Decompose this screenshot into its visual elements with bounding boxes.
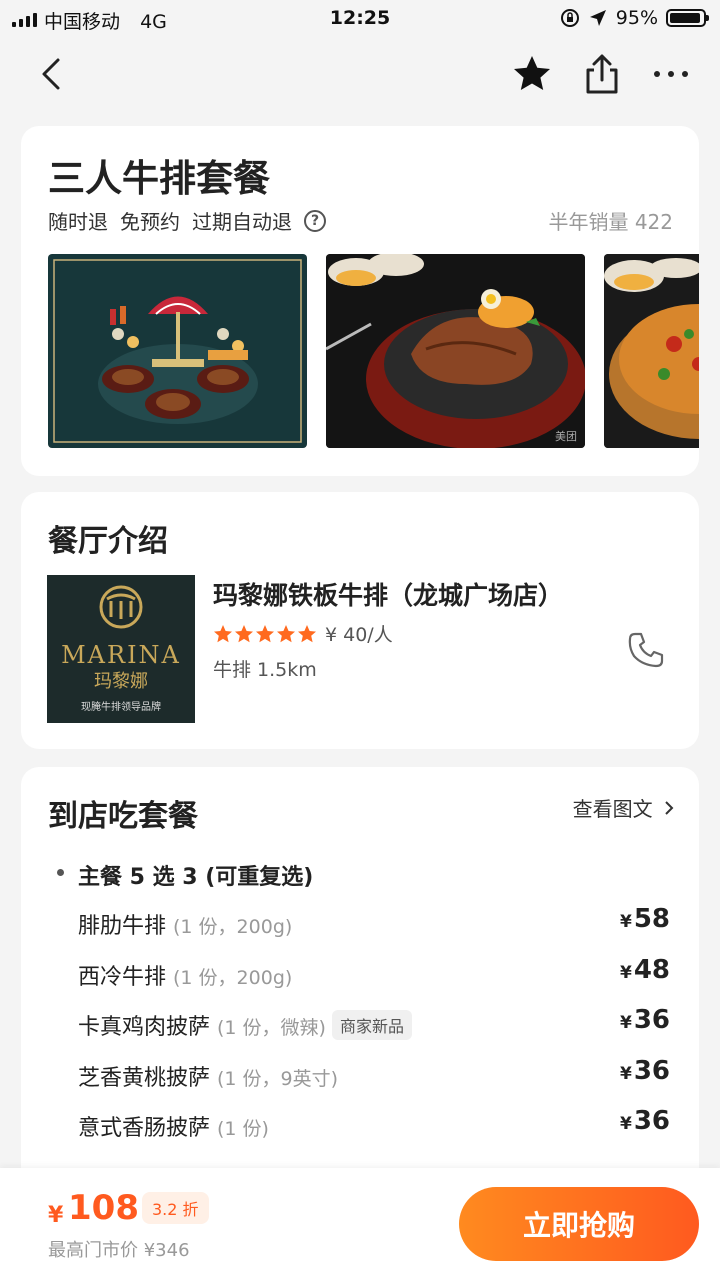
orientation-lock-icon	[560, 9, 579, 27]
view-details-label: 查看图文	[572, 797, 653, 821]
star-icon	[256, 624, 274, 642]
photo-steak-platter[interactable]: 美团	[326, 254, 585, 448]
photo-set-meal[interactable]	[48, 254, 307, 448]
menu-item-name: 卡真鸡肉披萨	[78, 1015, 211, 1040]
view-details-link[interactable]: 查看图文	[573, 793, 675, 822]
star-icon	[277, 624, 295, 642]
restaurant-name[interactable]: 玛黎娜铁板牛排（龙城广场店）	[213, 576, 563, 612]
battery-icon	[666, 9, 709, 27]
share-icon[interactable]	[580, 52, 624, 96]
group-bullet	[57, 869, 64, 876]
menu-item-name: 西冷牛排	[78, 965, 167, 990]
original-price: 最高门市价 ¥346	[48, 1240, 190, 1261]
menu-item-note: (1 份)	[217, 1118, 269, 1140]
phone-icon[interactable]	[626, 630, 666, 670]
logo-text: MARINA	[61, 641, 181, 669]
star-rating	[213, 624, 317, 644]
star-icon	[298, 624, 316, 642]
watermark-label: 美团	[555, 430, 577, 443]
menu-card: 到店吃套餐 查看图文 主餐 5 选 3 (可重复选) 腓肋牛排 (1 份，200…	[21, 767, 699, 1187]
bottom-purchase-bar: ¥ 108 3.2 折 最高门市价 ¥346 立即抢购	[0, 1168, 720, 1280]
new-item-badge: 商家新品	[331, 1010, 412, 1040]
menu-item: 卡真鸡肉披萨 (1 份，微辣) 商家新品 ¥36	[78, 1005, 678, 1041]
menu-item-price: 58	[633, 904, 670, 934]
chevron-right-icon	[665, 801, 674, 815]
sales-count: 半年销量 422	[548, 210, 673, 234]
buy-now-button[interactable]: 立即抢购	[459, 1187, 699, 1261]
menu-item: 意式香肠披萨 (1 份) ¥36	[78, 1106, 678, 1142]
discount-badge: 3.2 折	[142, 1192, 209, 1224]
deal-title: 三人牛排套餐	[48, 157, 270, 200]
price-currency: ¥	[48, 1203, 64, 1228]
currency-symbol: ¥	[619, 1114, 632, 1134]
menu-item: 芝香黄桃披萨 (1 份，9英寸) ¥36	[78, 1056, 678, 1092]
menu-item-note: (1 份，9英寸)	[217, 1068, 339, 1090]
menu-item-price: 36	[633, 1106, 670, 1136]
menu-item: 腓肋牛排 (1 份，200g) ¥58	[78, 904, 678, 940]
tag-auto-refund: 过期自动退	[192, 210, 292, 234]
deal-card: 三人牛排套餐 随时退 免预约 过期自动退 ? 半年销量 422 美团	[21, 126, 699, 476]
menu-item-price: 36	[633, 1005, 670, 1035]
tag-refund-anytime: 随时退	[48, 210, 108, 234]
currency-symbol: ¥	[619, 912, 632, 932]
photo-gallery[interactable]: 美团	[48, 254, 699, 448]
photo-pizza[interactable]	[604, 254, 699, 448]
rating-row: ¥ 40/人	[213, 620, 393, 647]
currency-symbol: ¥	[619, 963, 632, 983]
menu-item-note: (1 份，微辣)	[217, 1017, 326, 1039]
category-distance: 牛排 1.5km	[213, 659, 317, 681]
location-icon	[589, 10, 606, 26]
star-icon	[235, 624, 253, 642]
menu-item: 西冷牛排 (1 份，200g) ¥48	[78, 955, 678, 991]
battery-percent: 95%	[615, 7, 658, 29]
currency-symbol: ¥	[619, 1013, 632, 1033]
favorite-star-icon[interactable]	[511, 53, 553, 95]
help-icon[interactable]: ?	[304, 209, 326, 232]
menu-item-price: 36	[633, 1056, 670, 1086]
logo-slogan: 现腌牛排领导品牌	[81, 700, 161, 713]
price-per-person: ¥ 40/人	[325, 624, 393, 646]
more-icon[interactable]	[650, 54, 692, 94]
menu-item-note: (1 份，200g)	[173, 916, 293, 938]
tag-no-reservation: 免预约	[120, 210, 180, 234]
deal-price: 108	[68, 1188, 139, 1228]
menu-item-name: 芝香黄桃披萨	[78, 1066, 211, 1091]
status-bar: 中国移动 4G 12:25 95%	[0, 0, 720, 38]
nav-bar	[0, 38, 720, 112]
menu-item-note: (1 份，200g)	[173, 967, 293, 989]
menu-section-title: 到店吃套餐	[48, 799, 198, 834]
menu-item-name: 腓肋牛排	[78, 914, 167, 939]
back-icon[interactable]	[34, 54, 70, 94]
deal-tags: 随时退 免预约 过期自动退 ?	[48, 206, 326, 235]
menu-item-price: 48	[633, 955, 670, 985]
restaurant-card: 餐厅介绍 MARINA 玛黎娜 现腌牛排领导品牌 玛黎娜铁板牛排（龙城广场店） …	[21, 492, 699, 749]
star-icon	[214, 624, 232, 642]
logo-chinese-name: 玛黎娜	[94, 671, 148, 692]
menu-group-title: 主餐 5 选 3 (可重复选)	[78, 865, 314, 890]
restaurant-logo[interactable]: MARINA 玛黎娜 现腌牛排领导品牌	[47, 575, 195, 723]
currency-symbol: ¥	[619, 1064, 632, 1084]
restaurant-section-title: 餐厅介绍	[48, 524, 168, 559]
menu-item-name: 意式香肠披萨	[78, 1116, 211, 1141]
